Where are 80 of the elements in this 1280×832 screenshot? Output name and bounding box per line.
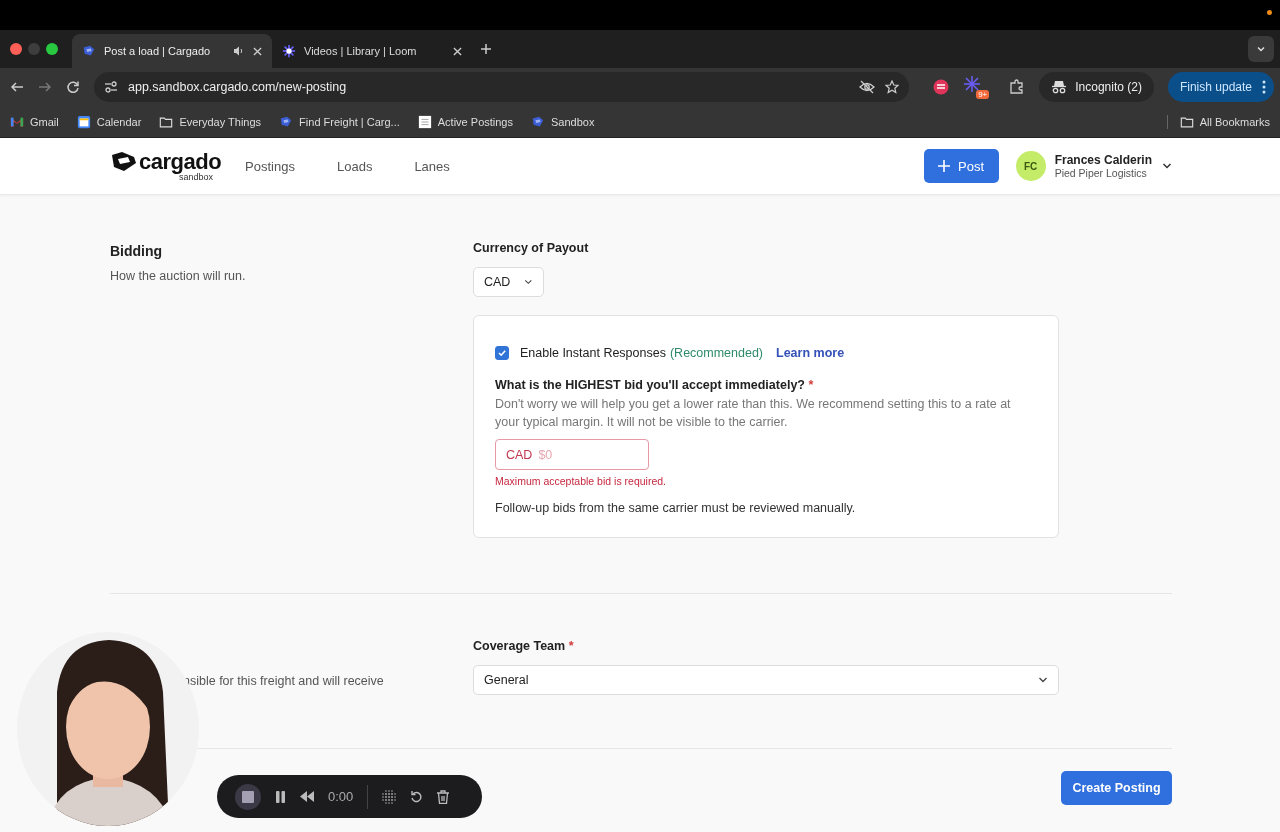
environment-label: sandbox [179,172,214,182]
speaker-icon[interactable] [233,45,245,57]
logo-text: cargado [139,150,222,173]
reload-icon[interactable] [66,80,80,94]
folder-icon [159,114,174,129]
bid-input-field[interactable]: CAD $0 [495,439,649,470]
checkmark-icon [497,348,507,358]
company-name: Pied Piper Logistics [1054,167,1148,179]
cargado-favicon-icon [279,114,294,129]
trash-icon[interactable] [437,789,450,804]
section-description: How the auction will run. [110,269,247,283]
notification-dot [1267,10,1272,15]
all-bookmarks-link[interactable]: All Bookmarks [1199,115,1270,128]
bookmark-link[interactable]: Everyday Things [179,115,262,128]
currency-select[interactable]: CAD [473,267,544,297]
learn-more-link[interactable]: Learn more [776,346,845,360]
star-icon[interactable] [885,80,900,94]
bookmark-link[interactable]: Gmail [30,115,59,128]
checkbox-label: Enable Instant Responses [520,346,666,360]
address-bar[interactable]: app.sandbox.cargado.com/new-posting [94,72,910,102]
pause-icon[interactable] [275,790,286,803]
checkbox[interactable] [495,346,509,360]
coverage-team-select[interactable]: General [473,665,1059,695]
incognito-button[interactable]: Incognito (2) [1039,72,1154,102]
nav-link[interactable]: Postings [245,158,295,174]
field-label: Coverage Team [473,639,566,653]
site-settings-icon[interactable] [104,80,118,94]
cargado-favicon-icon [82,44,96,58]
folder-icon [1179,114,1194,129]
close-tab-icon[interactable] [253,46,262,56]
stop-icon [242,790,254,803]
dots-grid-icon[interactable] [382,789,397,804]
field-label: Currency of Payout [473,241,590,255]
recommended-label: (Recommended) [669,346,764,360]
nav-link[interactable]: Loads [336,158,373,174]
extension-icon[interactable] [933,79,950,95]
nav-link[interactable]: Lanes [414,158,450,174]
browser-tab[interactable]: Videos | Library | Loom [272,34,472,68]
new-tab-icon[interactable] [480,43,492,55]
post-button[interactable]: Post [923,149,999,183]
plus-icon [938,160,951,172]
eye-slash-icon[interactable] [859,80,876,94]
logo-icon [110,150,138,173]
bookmark-link[interactable]: Find Freight | Carg... [299,115,400,128]
error-message: Maximum acceptable bid is required. [495,475,667,487]
close-window-button[interactable] [10,43,22,55]
required-marker: * [808,378,814,392]
user-avatar[interactable]: FC [1015,151,1046,181]
chevron-down-icon[interactable] [1256,44,1266,54]
chevron-down-icon [524,277,533,287]
chevron-down-icon [1038,675,1048,685]
note-text: Follow-up bids from the same carrier must be reviewed manually. [495,501,857,515]
bookmark-link[interactable]: Calendar [96,115,142,128]
undo-icon[interactable] [410,790,424,803]
required-marker: * [568,639,574,653]
close-tab-icon[interactable] [453,46,462,56]
puzzle-icon[interactable] [1009,79,1026,95]
create-posting-button[interactable]: Create Posting [1061,771,1172,805]
bid-amount-input[interactable]: $0 [538,447,619,462]
chevron-down-icon[interactable] [1162,161,1172,171]
bookmark-link[interactable]: Active Postings [437,115,513,128]
maximize-window-button[interactable] [46,43,58,55]
browser-tab[interactable]: Post a load | Cargado [72,34,272,68]
section-title: Bidding [110,243,164,259]
help-text: Don't worry we will help you get a lower rate than this. We recommend setting this to a rate at your typical margin. It will not be visible to the carrier. [495,396,1012,431]
forward-icon[interactable] [38,80,52,94]
cargado-favicon-icon [531,114,545,129]
back-icon[interactable] [10,80,24,94]
user-name: Frances Calderin [1054,153,1152,167]
calendar-icon [76,114,91,129]
kebab-menu-icon[interactable] [1262,80,1266,94]
recording-time: 0:00 [328,789,354,804]
question-label: What is the HIGHEST bid you'll accept immediately? [495,378,805,392]
incognito-icon [1051,80,1068,94]
bookmark-link[interactable]: Sandbox [551,115,595,128]
stop-recording-button[interactable] [235,783,261,810]
rewind-icon[interactable] [300,791,314,802]
page-icon [417,114,432,129]
finish-update-button[interactable]: Finish update [1167,72,1274,102]
starburst-icon [282,44,296,58]
